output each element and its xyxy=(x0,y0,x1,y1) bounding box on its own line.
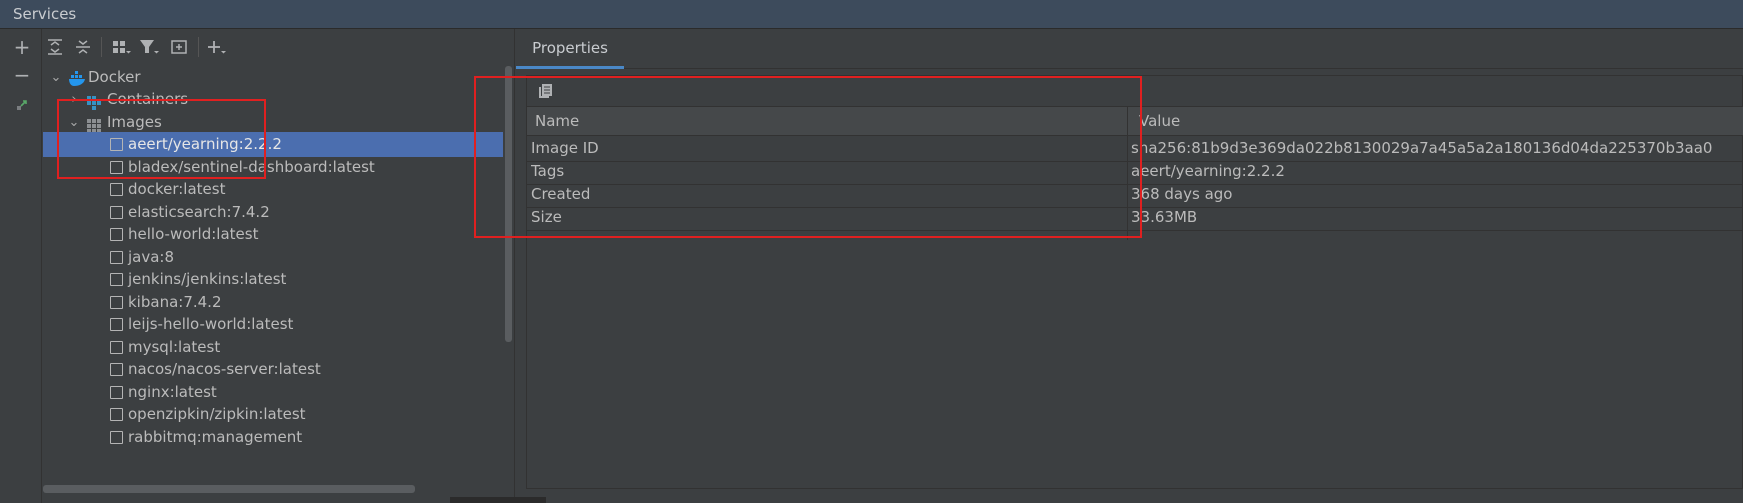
image-list-item[interactable]: nginx:latest xyxy=(43,380,503,405)
window-title: Services xyxy=(13,5,77,23)
bottom-scroll-edge xyxy=(450,497,546,503)
add-tab-icon[interactable] xyxy=(167,35,191,59)
image-label: kibana:7.4.2 xyxy=(128,292,222,311)
image-icon xyxy=(110,430,123,444)
tab-bar: Properties xyxy=(516,29,1743,69)
image-label: mysql:latest xyxy=(128,337,221,356)
image-label: hello-world:latest xyxy=(128,225,259,243)
image-list-item[interactable]: nacos/nacos-server:latest xyxy=(43,357,503,382)
image-list-item[interactable]: leijs-hello-world:latest xyxy=(43,312,503,337)
image-list-item[interactable]: openzipkin/zipkin:latest xyxy=(43,402,503,427)
docker-icon xyxy=(68,70,86,86)
property-value[interactable]: 33.63MB xyxy=(1131,205,1743,230)
tree-toolbar xyxy=(43,29,515,65)
image-icon xyxy=(110,205,123,219)
image-icon xyxy=(110,363,123,376)
remove-service-button[interactable]: − xyxy=(10,63,34,87)
image-label: nginx:latest xyxy=(128,382,217,401)
annotation-box-tree xyxy=(57,99,266,179)
image-icon xyxy=(110,408,123,421)
tool-window-header: Services xyxy=(0,0,1743,29)
active-tab-indicator xyxy=(516,66,624,69)
image-icon xyxy=(110,385,123,399)
toolbar-separator xyxy=(101,37,102,57)
image-list-item[interactable]: hello-world:latest xyxy=(43,222,503,247)
tab-properties[interactable]: Properties xyxy=(516,29,624,69)
image-icon xyxy=(110,183,123,196)
image-label: java:8 xyxy=(128,247,175,266)
image-icon xyxy=(110,273,123,286)
add-service-dropdown-icon[interactable] xyxy=(205,35,229,59)
image-icon xyxy=(110,250,123,264)
image-label: rabbitmq:management xyxy=(128,427,303,446)
image-list-item[interactable]: docker:latest xyxy=(43,177,503,202)
image-label: jenkins/jenkins:latest xyxy=(128,270,287,288)
image-icon xyxy=(110,228,123,241)
left-action-strip: + − xyxy=(0,29,42,503)
property-value[interactable]: aeert/yearning:2.2.2 xyxy=(1131,159,1743,184)
image-label: leijs-hello-world:latest xyxy=(128,315,294,333)
image-list-item[interactable]: rabbitmq:management xyxy=(43,425,503,450)
jump-to-source-icon[interactable] xyxy=(10,93,34,117)
image-label: elasticsearch:7.4.2 xyxy=(128,202,270,221)
image-label: nacos/nacos-server:latest xyxy=(128,360,321,378)
image-icon xyxy=(110,295,123,309)
image-list-item[interactable]: java:8 xyxy=(43,245,503,270)
image-list-item[interactable]: elasticsearch:7.4.2 xyxy=(43,200,503,225)
add-service-button[interactable]: + xyxy=(10,35,34,59)
image-list-item[interactable]: mysql:latest xyxy=(43,335,503,360)
expand-all-icon[interactable] xyxy=(43,35,67,59)
property-value[interactable]: 368 days ago xyxy=(1131,182,1743,207)
horizontal-scrollbar[interactable] xyxy=(43,485,415,493)
image-label: docker:latest xyxy=(128,180,226,198)
filter-icon[interactable] xyxy=(137,35,161,59)
image-icon xyxy=(110,318,123,331)
image-icon xyxy=(110,340,123,354)
annotation-box-properties xyxy=(474,76,1142,238)
tab-label: Properties xyxy=(532,39,608,57)
image-label: openzipkin/zipkin:latest xyxy=(128,405,306,423)
group-by-icon[interactable] xyxy=(109,35,133,59)
collapse-all-icon[interactable] xyxy=(71,35,95,59)
column-header-value[interactable]: Value xyxy=(1139,107,1180,135)
image-list-item[interactable]: jenkins/jenkins:latest xyxy=(43,267,503,292)
property-value[interactable]: sha256:81b9d3e369da022b8130029a7a45a5a2a… xyxy=(1131,136,1743,161)
image-list-item[interactable]: kibana:7.4.2 xyxy=(43,290,503,315)
toolbar-separator xyxy=(198,37,199,57)
